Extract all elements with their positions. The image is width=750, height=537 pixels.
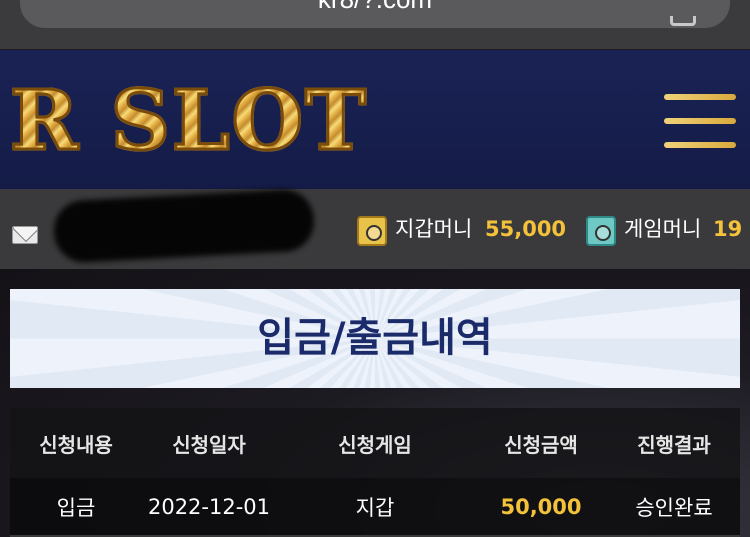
wallet-money-label: 지갑머니 — [395, 217, 473, 241]
column-header-request-game: 신청게임 — [338, 432, 412, 457]
cell-request-amount: 50,000 — [474, 478, 608, 537]
transaction-history-table: 신청내용 신청일자 신청게임 신청금액 진행결과 입금 2022-12-01 지… — [10, 408, 740, 537]
wallet-money-amount: 55,000 — [485, 217, 567, 241]
cell-request-date: 2022-12-01 — [142, 478, 276, 537]
url-field[interactable]: kr8/?.com — [20, 0, 730, 28]
game-money-amount: 19 — [713, 217, 743, 241]
url-text: kr8/?.com — [20, 0, 730, 28]
game-money-label: 게임머니 — [624, 217, 702, 241]
wallet-safe-icon — [357, 216, 387, 246]
cell-request-type: 입금 — [10, 478, 142, 537]
menu-line — [664, 118, 736, 124]
page-title: 입금/출금내역 — [257, 315, 493, 361]
tabs-icon[interactable] — [670, 16, 696, 26]
hamburger-menu-button[interactable] — [664, 94, 738, 148]
menu-line — [664, 94, 736, 100]
column-header-request-date: 신청일자 — [172, 432, 246, 457]
cell-request-game: 지갑 — [276, 478, 474, 537]
table-header-row: 신청내용 신청일자 신청게임 신청금액 진행결과 — [10, 408, 740, 478]
redacted-username — [52, 188, 316, 264]
column-header-request-type: 신청내용 — [39, 432, 113, 457]
column-header-result: 진행결과 — [637, 432, 711, 457]
user-info-bar: 지갑머니 55,000 게임머니 19 — [0, 188, 750, 269]
site-header: R SLOT — [0, 50, 750, 189]
cell-result: 승인완료 — [608, 478, 740, 537]
column-header-request-amount: 신청금액 — [504, 432, 578, 457]
game-safe-icon — [586, 216, 616, 246]
page-title-banner: 입금/출금내역 — [10, 289, 740, 388]
site-logo[interactable]: R SLOT — [8, 75, 368, 168]
browser-address-bar: kr8/?.com — [0, 0, 750, 50]
table-row[interactable]: 입금 2022-12-01 지갑 50,000 승인완료 — [10, 478, 740, 537]
mail-icon[interactable] — [12, 226, 38, 244]
menu-line — [664, 142, 736, 148]
